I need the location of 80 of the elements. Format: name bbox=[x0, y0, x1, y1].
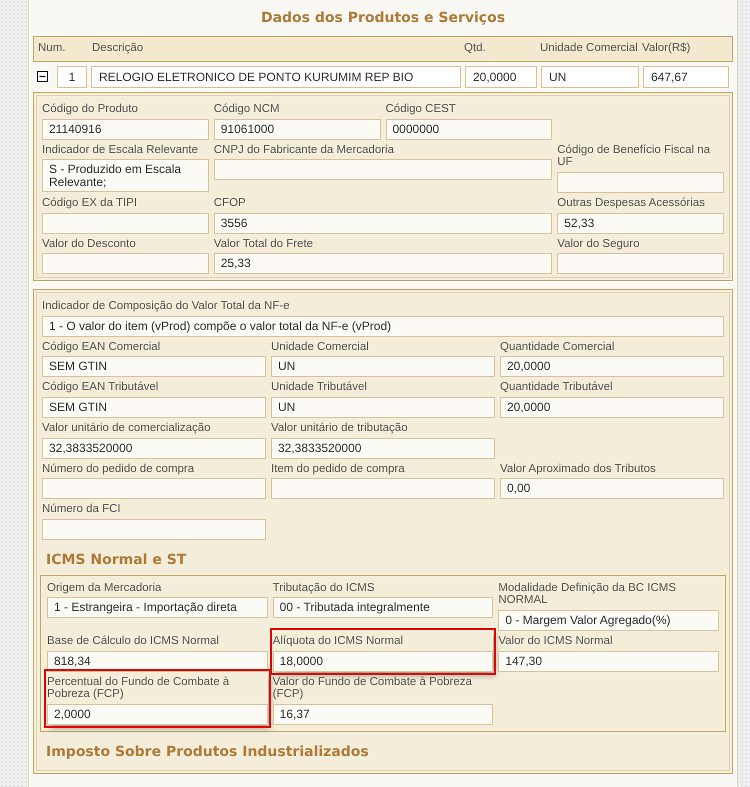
field-label: Valor unitário de comercialização bbox=[42, 421, 212, 436]
field-label: Valor Total do Frete bbox=[214, 236, 314, 252]
field-label: Código de Benefício Fiscal na UF bbox=[557, 142, 712, 170]
input-field[interactable]: 32,3833520000 bbox=[42, 438, 266, 459]
input-field[interactable] bbox=[42, 519, 266, 540]
input-field[interactable]: UN bbox=[271, 397, 495, 418]
input-field[interactable] bbox=[557, 253, 724, 274]
field-label: Código NCM bbox=[214, 102, 281, 117]
table-cell: UN bbox=[541, 66, 639, 88]
column-header: Unidade Comercial bbox=[540, 42, 638, 56]
field-label: Percentual do Fundo de Combate à Pobreza (FCP) bbox=[47, 674, 230, 702]
section-title: Imposto Sobre Produtos Industrializados bbox=[45, 743, 370, 762]
input-field[interactable] bbox=[271, 478, 495, 500]
input-field[interactable]: 20,0000 bbox=[500, 356, 724, 378]
field-label: Código EX da TIPI bbox=[42, 196, 138, 211]
input-field[interactable]: S - Produzido em Escala Relevante; bbox=[42, 159, 209, 192]
field-label: Tributação do ICMS bbox=[272, 580, 376, 596]
field-label: Item do pedido de compra bbox=[271, 462, 406, 477]
input-field[interactable]: 1 - Estrangeira - Importação direta bbox=[47, 597, 268, 618]
input-field[interactable]: 18,0000 bbox=[272, 650, 494, 672]
column-header: Qtd. bbox=[464, 42, 487, 56]
input-field[interactable]: 52,33 bbox=[557, 212, 724, 234]
input-field[interactable]: SEM GTIN bbox=[42, 356, 266, 378]
field-label: Indicador de Composição do Valor Total da NF-e bbox=[42, 299, 291, 314]
input-field[interactable]: 91061000 bbox=[214, 118, 380, 140]
input-field[interactable]: 0 - Margem Valor Agregado(%) bbox=[498, 610, 719, 632]
input-field[interactable] bbox=[42, 253, 209, 274]
section-title: Dados dos Produtos e Serviços bbox=[260, 9, 506, 28]
section-title: ICMS Normal e ST bbox=[45, 551, 188, 570]
column-header: Descrição bbox=[92, 42, 144, 56]
field-label: Valor Aproximado dos Tributos bbox=[500, 462, 657, 477]
field-label: Número da FCI bbox=[42, 502, 122, 518]
input-field[interactable]: 25,33 bbox=[214, 253, 552, 274]
field-label: Valor do ICMS Normal bbox=[498, 634, 614, 650]
input-field[interactable] bbox=[42, 212, 209, 234]
input-field[interactable]: 21140916 bbox=[42, 118, 209, 140]
input-field[interactable]: SEM GTIN bbox=[42, 397, 266, 418]
input-field[interactable]: 1 - O valor do item (vProd) compõe o valor total da NF-e (vProd) bbox=[42, 316, 724, 337]
field-label: Valor do Desconto bbox=[42, 236, 137, 252]
field-label: Valor unitário de tributação bbox=[271, 421, 409, 436]
input-field[interactable]: 3556 bbox=[214, 212, 552, 234]
input-field[interactable] bbox=[557, 172, 724, 193]
collapse-icon[interactable] bbox=[37, 71, 48, 82]
field-label: Valor do Fundo de Combate à Pobreza (FCP) bbox=[272, 674, 473, 702]
column-header: Valor(R$) bbox=[642, 42, 692, 56]
input-field[interactable]: 0,00 bbox=[500, 478, 724, 500]
field-label: Número do pedido de compra bbox=[42, 462, 196, 477]
table-cell: 1 bbox=[57, 66, 87, 88]
field-label: Indicador de Escala Relevante bbox=[42, 142, 199, 158]
field-label: CNPJ do Fabricante da Mercadoria bbox=[214, 142, 395, 158]
column-header: Num. bbox=[38, 42, 66, 56]
field-label: Outras Despesas Acessórias bbox=[557, 196, 706, 211]
field-label: Código EAN Tributável bbox=[42, 380, 160, 396]
input-field[interactable]: 147,30 bbox=[498, 650, 719, 672]
field-label: Código do Produto bbox=[42, 102, 139, 117]
field-label: Unidade Comercial bbox=[271, 340, 370, 355]
table-cell: 20,0000 bbox=[465, 66, 537, 88]
table-cell: RELOGIO ELETRONICO DE PONTO KURUMIM REP BIO bbox=[91, 66, 461, 88]
table-cell: 647,67 bbox=[643, 66, 729, 88]
input-field[interactable]: 16,37 bbox=[272, 704, 494, 726]
field-label: Base de Cálculo do ICMS Normal bbox=[47, 634, 220, 650]
field-label: Modalidade Definição da BC ICMS NORMAL bbox=[498, 580, 678, 608]
field-label: Valor do Seguro bbox=[557, 236, 641, 252]
input-field[interactable]: 32,3833520000 bbox=[271, 438, 495, 459]
field-label: Alíquota do ICMS Normal bbox=[272, 634, 404, 650]
input-field[interactable]: 2,0000 bbox=[47, 704, 268, 726]
input-field[interactable]: 0000000 bbox=[386, 118, 552, 140]
field-label: Unidade Tributável bbox=[271, 380, 368, 396]
input-field[interactable]: 00 - Tributada integralmente bbox=[272, 597, 494, 618]
input-field[interactable]: 818,34 bbox=[47, 650, 268, 672]
field-label: CFOP bbox=[214, 196, 247, 211]
field-label: Quantidade Tributável bbox=[500, 380, 614, 396]
input-field[interactable] bbox=[214, 159, 552, 180]
input-field[interactable]: UN bbox=[271, 356, 495, 378]
field-label: Código EAN Comercial bbox=[42, 340, 162, 355]
field-label: Origem da Mercadoria bbox=[47, 580, 162, 596]
input-field[interactable]: 20,0000 bbox=[500, 397, 724, 418]
input-field[interactable] bbox=[42, 478, 266, 500]
field-label: Código CEST bbox=[386, 102, 457, 117]
field-label: Quantidade Comercial bbox=[500, 340, 616, 355]
